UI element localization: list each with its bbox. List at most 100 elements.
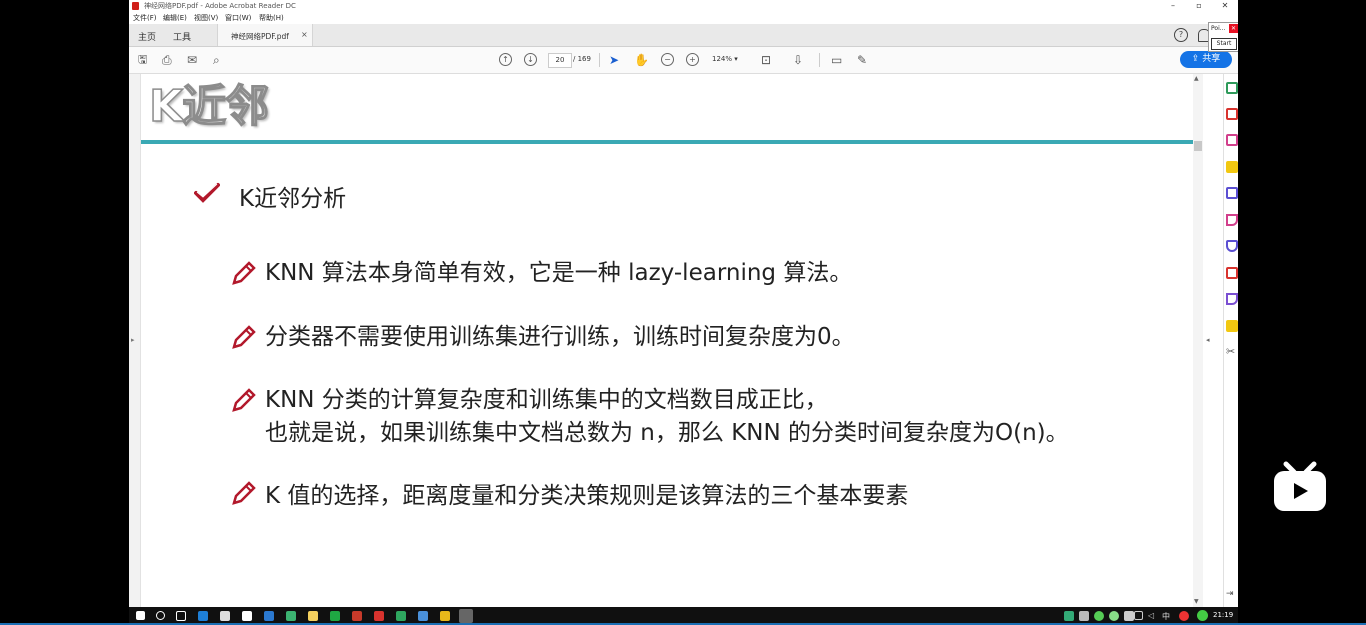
pdf-file-icon[interactable] (1226, 267, 1238, 279)
edit-pdf-icon[interactable] (1226, 214, 1238, 226)
app-icon[interactable] (330, 611, 340, 621)
page-number-input[interactable]: 20 (548, 53, 572, 68)
scroll-down-icon[interactable]: ▼ (1194, 598, 1199, 605)
checkmark-icon (194, 183, 220, 203)
select-cursor-icon[interactable]: ➤ (609, 52, 619, 68)
next-page-icon[interactable]: ↓ (524, 53, 537, 66)
app-icon[interactable] (440, 611, 450, 621)
search-cortana-icon[interactable] (156, 611, 165, 620)
taskbar-clock: 21:19 (1213, 611, 1234, 619)
tab-document[interactable]: 神经网络PDF.pdf × (217, 24, 313, 46)
menu-bar: 文件(F) 编辑(E) 视图(V) 窗口(W) 帮助(H) (129, 12, 1238, 24)
fit-page-icon[interactable]: ⊡ (761, 52, 771, 68)
tray-icon[interactable] (1094, 611, 1104, 621)
menu-help[interactable]: 帮助(H) (259, 13, 284, 23)
mail-icon[interactable] (242, 611, 252, 621)
tab-bar: 主页 工具 神经网络PDF.pdf × ? (129, 24, 1238, 47)
tools-pane: ✂ ⇥ (1223, 74, 1238, 607)
zoom-in-icon[interactable]: + (686, 53, 699, 66)
popup-start-button[interactable]: Start (1211, 38, 1237, 50)
pencil-icon (232, 325, 256, 349)
slide-heading: K近邻 (148, 80, 270, 133)
scrollbar-thumb[interactable] (1194, 141, 1202, 151)
start-windows-icon[interactable] (136, 611, 145, 620)
ime-indicator[interactable]: 中 (1162, 611, 1170, 622)
toolbar-divider (599, 53, 600, 67)
app-icon[interactable] (418, 611, 428, 621)
organize-pages-icon[interactable] (1226, 134, 1238, 146)
task-view-icon[interactable] (176, 611, 186, 621)
menu-view[interactable]: 视图(V) (194, 13, 218, 23)
print-icon[interactable]: ⎙ (162, 52, 172, 68)
comment-icon[interactable]: ▭ (831, 52, 842, 68)
scroll-mode-icon[interactable]: ⇩ (793, 52, 803, 68)
toolbar: 🖫 ⎙ ✉ ⌕ ↑ ↓ 20 / 169 ➤ ✋ − + 124% ▾ ⊡ ⇩ … (129, 47, 1238, 74)
collapse-tools-icon[interactable]: ⇥ (1226, 588, 1238, 600)
tray-icon[interactable] (1109, 611, 1119, 621)
email-icon[interactable]: ✉ (187, 52, 197, 68)
bullet-text: K 值的选择，距离度量和分类决策规则是该算法的三个基本要素 (265, 483, 909, 509)
previous-page-icon[interactable]: ↑ (499, 53, 512, 66)
window-title: 神经网络PDF.pdf - Adobe Acrobat Reader DC (144, 2, 296, 10)
hand-tool-icon[interactable]: ✋ (634, 52, 649, 68)
close-window-button[interactable]: ✕ (1212, 0, 1238, 12)
bullet-text: 分类器不需要使用训练集进行训练，训练时间复杂度为0。 (265, 324, 855, 350)
send-for-review-icon[interactable] (1226, 320, 1238, 332)
sign-pen-icon[interactable]: ✎ (857, 52, 867, 68)
search-icon[interactable]: ⌕ (213, 52, 220, 68)
menu-edit[interactable]: 编辑(E) (163, 13, 187, 23)
vertical-scrollbar[interactable]: ▲ ▼ (1193, 74, 1203, 607)
tab-tools[interactable]: 工具 (173, 30, 191, 43)
tray-icon[interactable] (1124, 611, 1134, 621)
left-nav-pane: ▸ (129, 74, 141, 607)
edge-browser-icon[interactable] (198, 611, 208, 621)
bullet-text: KNN 分类的计算复杂度和训练集中的文档数目成正比， (265, 387, 828, 413)
app-icon[interactable] (396, 611, 406, 621)
tray-icon[interactable] (1064, 611, 1074, 621)
tab-home[interactable]: 主页 (138, 30, 156, 43)
menu-window[interactable]: 窗口(W) (225, 13, 251, 23)
close-tab-icon[interactable]: × (301, 30, 308, 39)
store-icon[interactable] (220, 611, 230, 621)
combine-files-icon[interactable] (1226, 187, 1238, 199)
pencil-icon (232, 261, 256, 285)
pdf-page: K近邻 K近邻分析 KNN 算法本身简单有效，它是一种 lazy-learnin… (141, 74, 1193, 607)
save-icon[interactable]: 🖫 (138, 52, 147, 68)
active-app-icon[interactable] (459, 609, 473, 623)
more-tools-icon[interactable]: ✂ (1226, 346, 1238, 358)
menu-file[interactable]: 文件(F) (133, 13, 157, 23)
tray-icon[interactable] (1197, 610, 1208, 621)
app-icon[interactable] (264, 611, 274, 621)
tray-icon[interactable] (1079, 611, 1089, 621)
tray-icon[interactable] (1179, 611, 1189, 621)
bullet-text: KNN 算法本身简单有效，它是一种 lazy-learning 算法。 (265, 260, 853, 286)
maximize-button[interactable]: ▫ (1186, 0, 1212, 12)
app-icon[interactable] (352, 611, 362, 621)
bilibili-watermark-icon (1274, 461, 1326, 511)
app-icon[interactable] (286, 611, 296, 621)
popup-close-icon[interactable]: ✕ (1229, 24, 1238, 33)
share-button[interactable]: ⇪ 共享 (1180, 51, 1232, 68)
minimize-button[interactable]: – (1160, 0, 1186, 12)
volume-icon[interactable]: ◁ (1148, 611, 1158, 621)
popup-label: Poi... (1211, 25, 1226, 32)
acrobat-window: 神经网络PDF.pdf - Adobe Acrobat Reader DC – … (129, 0, 1238, 607)
zoom-out-icon[interactable]: − (661, 53, 674, 66)
protect-icon[interactable] (1226, 240, 1238, 252)
fill-sign-icon[interactable] (1226, 293, 1238, 305)
file-explorer-icon[interactable] (308, 611, 318, 621)
comment-tool-icon[interactable] (1226, 161, 1238, 173)
create-pdf-icon[interactable] (1226, 108, 1238, 120)
title-bar: 神经网络PDF.pdf - Adobe Acrobat Reader DC – … (129, 0, 1238, 12)
scroll-up-icon[interactable]: ▲ (1194, 75, 1199, 82)
collapse-right-pane-icon[interactable]: ◂ (1206, 336, 1210, 344)
acrobat-taskbar-icon[interactable] (374, 611, 384, 621)
heading-divider (141, 140, 1193, 144)
pencil-icon (232, 481, 256, 505)
share-label: 共享 (1202, 54, 1221, 64)
export-pdf-icon[interactable] (1226, 82, 1238, 94)
zoom-select[interactable]: 124% ▾ (712, 53, 748, 66)
network-icon[interactable] (1134, 611, 1143, 620)
help-icon[interactable]: ? (1174, 28, 1188, 42)
expand-left-pane-icon[interactable]: ▸ (131, 336, 135, 344)
